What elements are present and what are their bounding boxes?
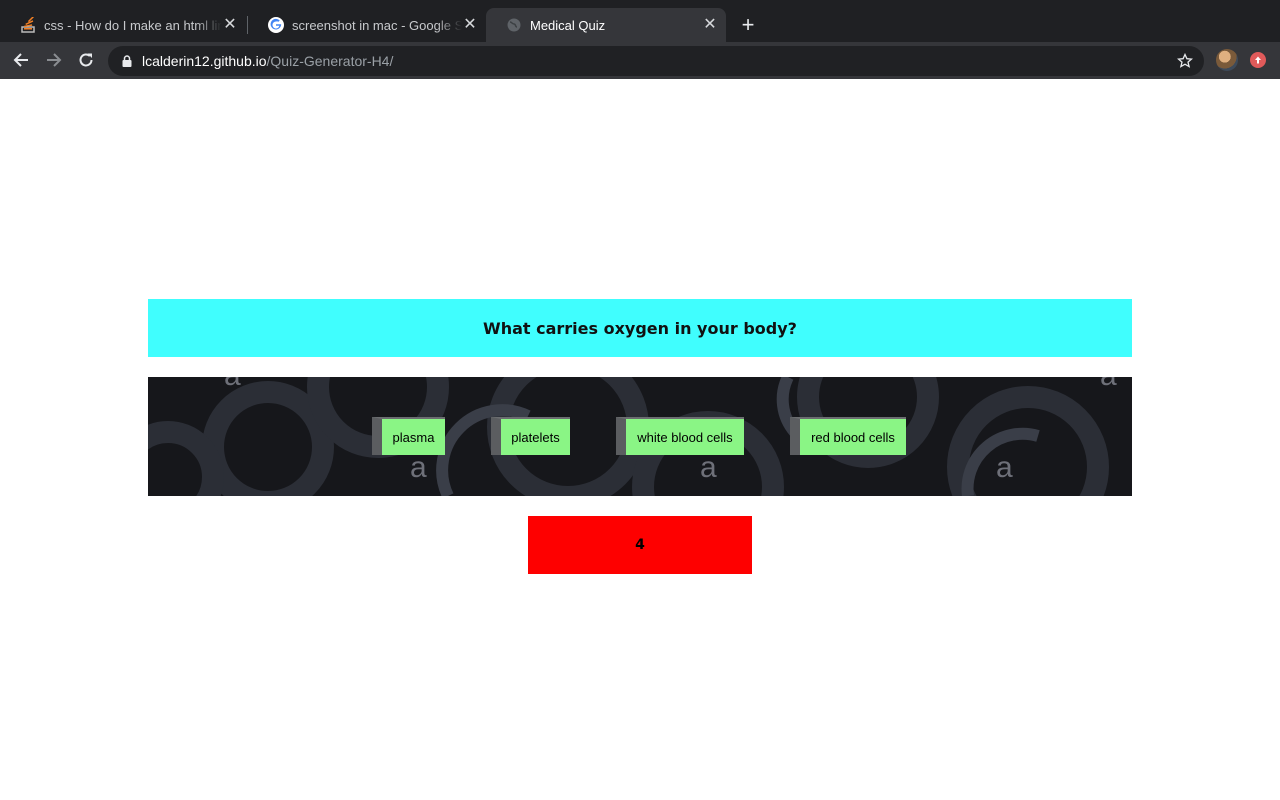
answer-button-platelets[interactable]: platelets — [491, 417, 570, 455]
tab-google-search[interactable]: screenshot in mac - Google Search ✕ — [248, 8, 486, 42]
globe-icon — [506, 17, 522, 33]
tab-title: screenshot in mac - Google Search — [292, 17, 462, 33]
svg-text:a: a — [410, 451, 427, 484]
arrow-left-icon — [13, 53, 28, 67]
browser-tab-bar: css - How do I make an html link ✕ scree… — [0, 0, 1280, 42]
answer-button-white-blood-cells[interactable]: white blood cells — [616, 417, 744, 455]
answer-button-plasma[interactable]: plasma — [372, 417, 445, 455]
google-icon — [268, 17, 284, 33]
arrow-right-icon — [47, 53, 62, 67]
close-tab-icon[interactable]: ✕ — [702, 17, 718, 33]
back-button[interactable] — [10, 49, 32, 71]
svg-text:a: a — [700, 451, 717, 484]
tab-title: css - How do I make an html link — [44, 17, 222, 33]
bookmark-star-icon[interactable] — [1176, 52, 1194, 70]
extension-icon[interactable] — [1250, 52, 1266, 68]
answers-panel: a a a a a plasma platelets white blood c… — [148, 377, 1132, 496]
tab-medical-quiz[interactable]: Medical Quiz ✕ — [486, 8, 726, 42]
svg-text:a: a — [224, 377, 241, 392]
question-text: What carries oxygen in your body? — [483, 318, 797, 338]
browser-toolbar: lcalderin12.github.io/Quiz-Generator-H4/ — [0, 42, 1280, 79]
url-text: lcalderin12.github.io/Quiz-Generator-H4/ — [142, 53, 393, 69]
reload-icon — [79, 53, 93, 67]
counter-value: 4 — [635, 537, 645, 553]
stackoverflow-icon — [20, 17, 36, 33]
close-tab-icon[interactable]: ✕ — [462, 17, 478, 33]
tab-title: Medical Quiz — [530, 17, 606, 33]
answer-button-red-blood-cells[interactable]: red blood cells — [790, 417, 906, 455]
forward-button[interactable] — [43, 49, 65, 71]
reload-button[interactable] — [75, 49, 97, 71]
url-path: /Quiz-Generator-H4/ — [266, 53, 394, 69]
counter-box: 4 — [528, 516, 752, 574]
lock-icon — [120, 54, 134, 68]
tab-stackoverflow[interactable]: css - How do I make an html link ✕ — [0, 8, 246, 42]
address-bar[interactable]: lcalderin12.github.io/Quiz-Generator-H4/ — [108, 46, 1204, 76]
question-banner: What carries oxygen in your body? — [148, 299, 1132, 357]
url-host: lcalderin12.github.io — [142, 53, 267, 69]
close-tab-icon[interactable]: ✕ — [222, 17, 238, 33]
profile-avatar[interactable] — [1216, 49, 1238, 71]
new-tab-button[interactable]: + — [738, 14, 758, 36]
svg-text:a: a — [1100, 377, 1117, 392]
svg-text:a: a — [996, 451, 1013, 484]
